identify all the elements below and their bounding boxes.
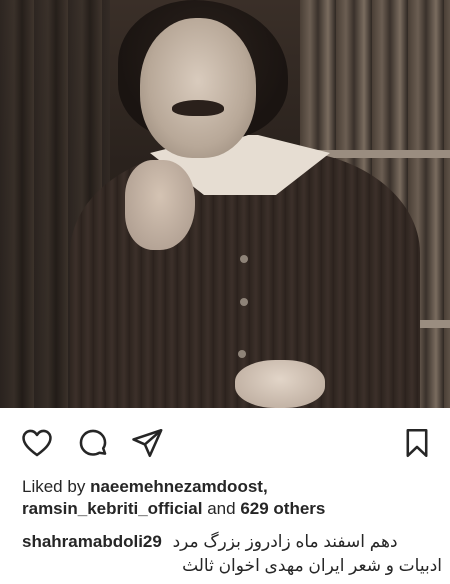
post-caption: shahramabdoli29 دهم اسفند ماه زادروز بزر… bbox=[22, 530, 442, 578]
action-bar bbox=[0, 408, 450, 474]
liked-and: and bbox=[207, 499, 236, 518]
caption-text-line1: دهم اسفند ماه زادروز بزرگ مرد bbox=[172, 532, 398, 551]
bookmark-icon[interactable] bbox=[400, 426, 434, 460]
cardigan-button bbox=[240, 255, 248, 263]
liked-user-link[interactable]: naeemehnezamdoost, bbox=[90, 477, 268, 496]
liked-user-link[interactable]: ramsin_kebriti_official bbox=[22, 499, 202, 518]
cardigan-button bbox=[240, 298, 248, 306]
caption-username[interactable]: shahramabdoli29 bbox=[22, 532, 162, 551]
send-icon[interactable] bbox=[130, 426, 164, 460]
hand bbox=[235, 360, 325, 408]
liked-others-link[interactable]: 629 others bbox=[240, 499, 325, 518]
liked-prefix: Liked by bbox=[22, 477, 86, 496]
mustache bbox=[172, 100, 224, 116]
hand bbox=[125, 160, 195, 250]
caption-text-line2: ادبیات و شعر ایران مهدی اخوان ثالث bbox=[182, 556, 442, 575]
heart-icon[interactable] bbox=[20, 426, 54, 460]
comment-icon[interactable] bbox=[76, 426, 110, 460]
post-photo[interactable] bbox=[0, 0, 450, 408]
likes-summary: Liked by naeemehnezamdoost, ramsin_kebri… bbox=[22, 476, 442, 520]
face bbox=[140, 18, 256, 158]
cardigan-button bbox=[238, 350, 246, 358]
